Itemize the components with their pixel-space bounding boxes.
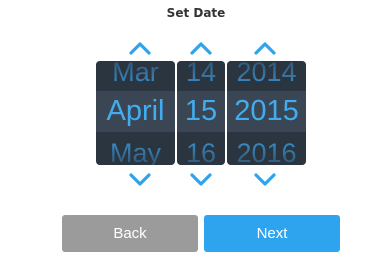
set-date-dialog: Set Date Mar April May 14 15 16 2014 201… [0,0,392,267]
month-wheel[interactable]: Mar April May [96,61,175,165]
next-button[interactable]: Next [204,215,340,252]
year-down-chevron-icon[interactable] [252,172,278,188]
year-prev[interactable]: 2014 [227,61,306,86]
day-wheel[interactable]: 14 15 16 [177,61,225,165]
month-selected[interactable]: April [96,97,175,126]
year-next[interactable]: 2016 [227,140,306,166]
day-down-chevron-icon[interactable] [188,172,214,188]
year-up-chevron-icon[interactable] [252,40,278,56]
year-selected[interactable]: 2015 [227,97,306,126]
day-selected[interactable]: 15 [177,97,225,126]
year-wheel[interactable]: 2014 2015 2016 [227,61,306,165]
month-next[interactable]: May [96,140,175,166]
month-prev[interactable]: Mar [96,61,175,86]
month-up-chevron-icon[interactable] [127,40,153,56]
day-prev[interactable]: 14 [177,61,225,86]
dialog-title: Set Date [166,6,226,20]
day-next[interactable]: 16 [177,140,225,166]
back-button[interactable]: Back [62,215,198,252]
month-down-chevron-icon[interactable] [127,172,153,188]
day-up-chevron-icon[interactable] [188,40,214,56]
